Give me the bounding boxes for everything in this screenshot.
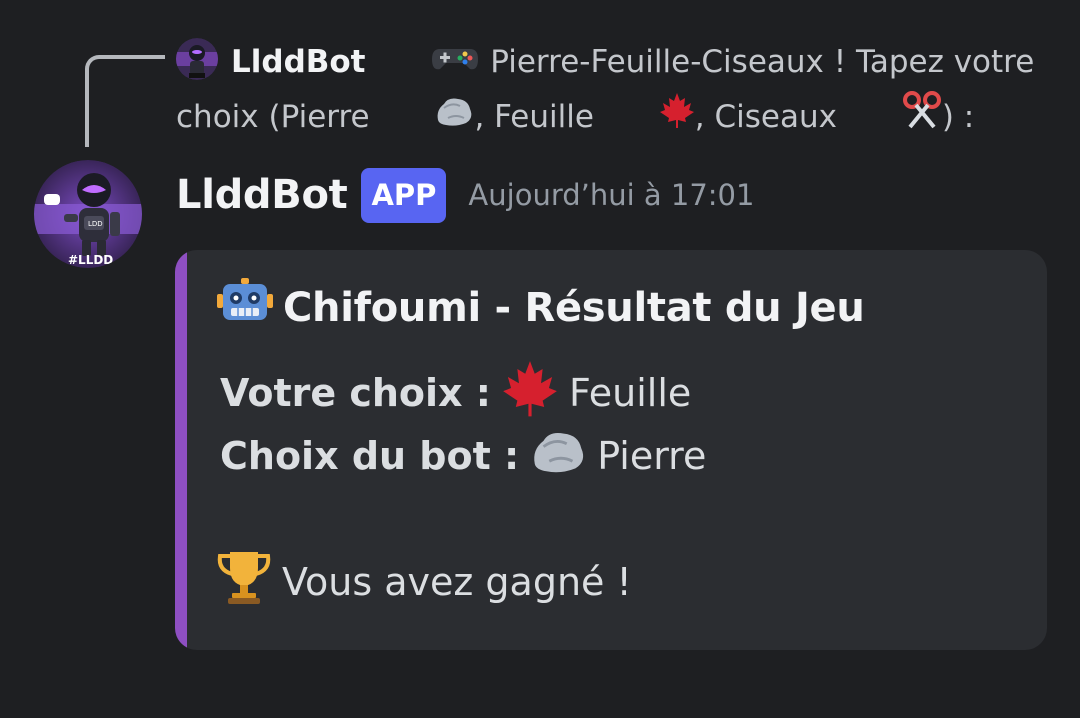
embed-title-text: Chifoumi - Résultat du Jeu [283,285,865,331]
svg-text:LDD: LDD [88,220,103,228]
timestamp[interactable]: Aujourd’hui à 17:01 [468,178,754,212]
reply-text-3: , Ciseaux [694,99,847,135]
maple-leaf-icon [499,358,561,427]
trophy-icon [214,548,274,615]
rock-icon [379,92,474,145]
reply-preview[interactable]: LlddBot Pierre-Feuille-Ciseaux ! Tapez v… [176,36,1036,147]
reply-author[interactable]: LlddBot [231,44,366,80]
video-game-icon [375,37,480,90]
user-choice-value: Feuille [569,370,692,415]
svg-text:#LLDD: #LLDD [68,253,113,267]
author-avatar[interactable]: LDD #LLDD [34,160,142,268]
rock-icon [529,426,587,485]
result-text: Vous avez gagné ! [282,559,632,604]
message-header: LlddBot APP Aujourd’hui à 17:01 [176,166,754,224]
result-line: Vous avez gagné ! [217,550,706,613]
embed-accent-bar [175,250,187,650]
embed-title: Chifoumi - Résultat du Jeu [217,276,865,340]
reply-text-2: , Feuille [474,99,604,135]
reply-connector [85,55,165,147]
scissors-icon [847,90,942,147]
reply-text-4: ) : [941,99,975,135]
author-name[interactable]: LlddBot [176,172,348,218]
embed-card: Chifoumi - Résultat du Jeu Votre choix :… [175,250,1047,650]
bot-choice-value: Pierre [597,433,707,478]
app-badge: APP [361,167,447,223]
bot-choice-label: Choix du bot : [220,433,520,478]
maple-leaf-icon [604,91,695,146]
user-choice-line: Votre choix : Feuille [220,361,706,424]
robot-icon [217,276,273,340]
bot-choice-line: Choix du bot : Pierre [220,424,706,487]
embed-body: Votre choix : Feuille Choix du bot : Pie… [217,361,706,613]
user-choice-label: Votre choix : [220,370,491,415]
